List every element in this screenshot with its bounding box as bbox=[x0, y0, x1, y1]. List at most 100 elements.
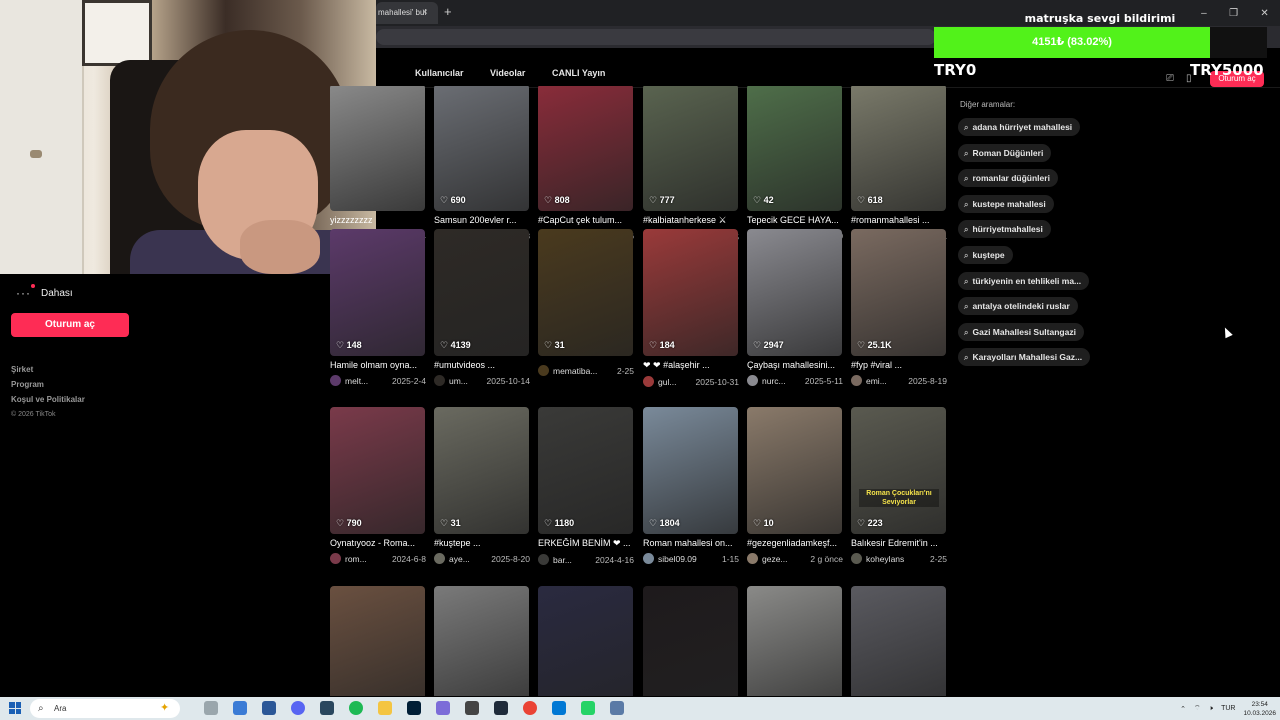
search-chip[interactable]: ⌕ adana hürriyet mahallesi bbox=[958, 118, 1081, 136]
task-view-icon[interactable] bbox=[204, 701, 218, 715]
video-card[interactable]: ♡ 777#kalbiatanherkese ⚔civa...2023-7-25 bbox=[643, 86, 739, 242]
avatar[interactable] bbox=[643, 553, 654, 564]
video-card[interactable] bbox=[434, 586, 530, 696]
video-card[interactable] bbox=[643, 586, 739, 696]
upload-icon[interactable]: ⎚ bbox=[1166, 73, 1174, 84]
maximize-icon[interactable]: ❐ bbox=[1229, 8, 1238, 19]
video-thumbnail[interactable]: ♡ 1804 bbox=[643, 407, 738, 534]
video-thumbnail[interactable] bbox=[538, 586, 633, 696]
video-description[interactable]: #CapCut çek tulum... bbox=[538, 215, 634, 225]
login-button[interactable]: Oturum aç bbox=[11, 313, 129, 337]
video-thumbnail[interactable] bbox=[330, 86, 425, 211]
search-chip[interactable]: ⌕ kuştepe bbox=[958, 245, 1013, 264]
username[interactable]: bar... bbox=[553, 555, 572, 565]
video-description[interactable]: #kalbiatanherkese ⚔ bbox=[643, 215, 739, 226]
photoshop-icon[interactable] bbox=[407, 701, 421, 715]
video-thumbnail[interactable]: ♡ 184 bbox=[643, 229, 738, 356]
video-thumbnail[interactable]: ♡ 10 bbox=[747, 407, 842, 534]
video-thumbnail[interactable]: ♡ 2947 bbox=[747, 229, 842, 356]
video-description[interactable]: ERKEĞİM BENİM ❤ ... bbox=[538, 538, 634, 549]
avatar[interactable] bbox=[851, 375, 862, 386]
tab-close-icon[interactable]: × bbox=[422, 7, 428, 18]
video-card[interactable]: ♡ 618#romanmahallesi ...engin...2022-8-1 bbox=[851, 86, 947, 241]
tab-users[interactable]: Kullanıcılar bbox=[415, 68, 464, 78]
video-description[interactable]: #gezegenliadamkeşf... bbox=[747, 538, 843, 548]
video-card[interactable]: ♡ 808#CapCut çek tulum...byh...2023-8-26 bbox=[538, 86, 634, 241]
video-card[interactable] bbox=[747, 586, 843, 696]
search-chip[interactable]: ⌕ Roman Düğünleri bbox=[958, 143, 1052, 162]
more-menu[interactable]: ··· Dahası bbox=[16, 284, 73, 300]
username[interactable]: melt... bbox=[345, 376, 368, 386]
video-card[interactable]: ♡ 42Tepecik GECE HAYA...me...2024-4-20 bbox=[747, 86, 843, 241]
avatar[interactable] bbox=[643, 376, 654, 387]
video-description[interactable]: Tepecik GECE HAYA... bbox=[747, 215, 843, 225]
video-card[interactable]: ♡ 1180 ERKEĞİM BENİM ❤ ... bar... 2024-4-16 bbox=[538, 407, 634, 565]
video-description[interactable]: Hamile olmam oyna... bbox=[330, 360, 426, 370]
video-thumbnail[interactable]: ♡ 790 bbox=[330, 407, 425, 534]
video-card[interactable]: yizzzzzzzz2025-11-21 bbox=[330, 86, 426, 240]
file-explorer-icon[interactable] bbox=[378, 701, 392, 715]
video-description[interactable]: Çaybaşı mahallesini... bbox=[747, 360, 843, 370]
ide-icon[interactable] bbox=[494, 701, 508, 715]
network-icon[interactable]: ⌔ bbox=[1194, 704, 1201, 713]
language-indicator[interactable]: TUR bbox=[1221, 705, 1235, 712]
avatar[interactable] bbox=[747, 375, 758, 386]
url-field[interactable] bbox=[376, 29, 936, 45]
search-chip[interactable]: ⌕ türkiyenin en tehlikeli ma... bbox=[958, 271, 1090, 290]
video-thumbnail[interactable] bbox=[851, 586, 946, 696]
game-app-icon[interactable] bbox=[436, 701, 450, 715]
video-description[interactable]: #umutvideos ... bbox=[434, 360, 530, 370]
tab-live[interactable]: CANLI Yayın bbox=[552, 68, 605, 78]
video-thumbnail[interactable]: ♡ 690 bbox=[434, 86, 529, 211]
video-card[interactable] bbox=[851, 586, 947, 696]
video-card[interactable]: ♡ 25.1K #fyp #viral ... emi... 2025-8-19 bbox=[851, 229, 947, 386]
minecraft-icon[interactable] bbox=[465, 701, 479, 715]
whatsapp-icon[interactable] bbox=[581, 701, 595, 715]
search-chip[interactable]: ⌕ antalya otelindeki ruslar bbox=[958, 297, 1078, 316]
clock[interactable]: 23:54 10.03.2026 bbox=[1243, 700, 1276, 718]
username[interactable]: rom... bbox=[345, 554, 367, 564]
video-thumbnail[interactable] bbox=[643, 586, 738, 696]
browser-tab[interactable]: mahallesi' bul × bbox=[376, 2, 438, 24]
minimize-icon[interactable]: – bbox=[1201, 8, 1207, 19]
footer-link-terms[interactable]: Koşul ve Politikalar bbox=[11, 392, 85, 407]
taskbar-search[interactable]: ⌕ Ara ✦ bbox=[30, 699, 180, 718]
video-card[interactable]: Roman Çocukları'nı Seviyorlar ♡ 223 Balıke… bbox=[851, 407, 947, 564]
edge-icon[interactable] bbox=[233, 701, 247, 715]
search-chip[interactable]: ⌕ Karayolları Mahallesi Gaz... bbox=[958, 348, 1091, 367]
video-thumbnail[interactable]: ♡ 1180 bbox=[538, 407, 633, 534]
start-button-icon[interactable] bbox=[9, 702, 21, 714]
steam-icon[interactable] bbox=[320, 701, 334, 715]
footer-link-program[interactable]: Program bbox=[11, 377, 85, 392]
username[interactable]: sibel09.09 bbox=[658, 554, 697, 564]
avatar[interactable] bbox=[330, 375, 341, 386]
avatar[interactable] bbox=[434, 553, 445, 564]
new-tab-icon[interactable]: + bbox=[444, 4, 452, 19]
video-card[interactable]: ♡ 1804 Roman mahallesi on... sibel09.09 1-1… bbox=[643, 407, 739, 564]
username[interactable]: koheylans bbox=[866, 554, 904, 564]
username[interactable]: nurc... bbox=[762, 376, 786, 386]
volume-icon[interactable]: 🕨 bbox=[1209, 705, 1213, 713]
video-description[interactable]: Roman mahallesi on... bbox=[643, 538, 739, 548]
video-card[interactable]: ♡ 31 #kuştepe ... aye... 2025-8-20 bbox=[434, 407, 530, 564]
video-card[interactable]: ♡ 790 Oynatıyooz - Roma... rom... 2024-6-8 bbox=[330, 407, 426, 564]
video-description[interactable]: #kuştepe ... bbox=[434, 538, 530, 548]
avatar[interactable] bbox=[851, 553, 862, 564]
video-description[interactable]: ❤ ❤ #alaşehir ... bbox=[643, 360, 739, 371]
video-card[interactable]: ♡ 10 #gezegenliadamkeşf... geze... 2 g önce bbox=[747, 407, 843, 564]
video-card[interactable]: ♡ 31 mematiba... 2-25 bbox=[538, 229, 634, 376]
video-description[interactable]: Balıkesir Edremit'in ... bbox=[851, 538, 947, 548]
app-icon-2[interactable] bbox=[610, 701, 624, 715]
video-thumbnail[interactable]: ♡ 618 bbox=[851, 86, 946, 211]
avatar[interactable] bbox=[330, 553, 341, 564]
avatar[interactable] bbox=[747, 553, 758, 564]
username[interactable]: um... bbox=[449, 376, 468, 386]
store-icon[interactable] bbox=[552, 701, 566, 715]
video-card[interactable]: ♡ 4139 #umutvideos ... um... 2025-10-14 bbox=[434, 229, 530, 386]
video-thumbnail[interactable] bbox=[330, 586, 425, 696]
video-card[interactable]: ♡ 184 ❤ ❤ #alaşehir ... gul... 2025-10-31 bbox=[643, 229, 739, 387]
tab-videos[interactable]: Videolar bbox=[490, 68, 525, 78]
video-description[interactable]: #romanmahallesi ... bbox=[851, 215, 947, 225]
video-description[interactable]: Samsun 200evler r... bbox=[434, 215, 530, 225]
video-thumbnail[interactable] bbox=[747, 586, 842, 696]
